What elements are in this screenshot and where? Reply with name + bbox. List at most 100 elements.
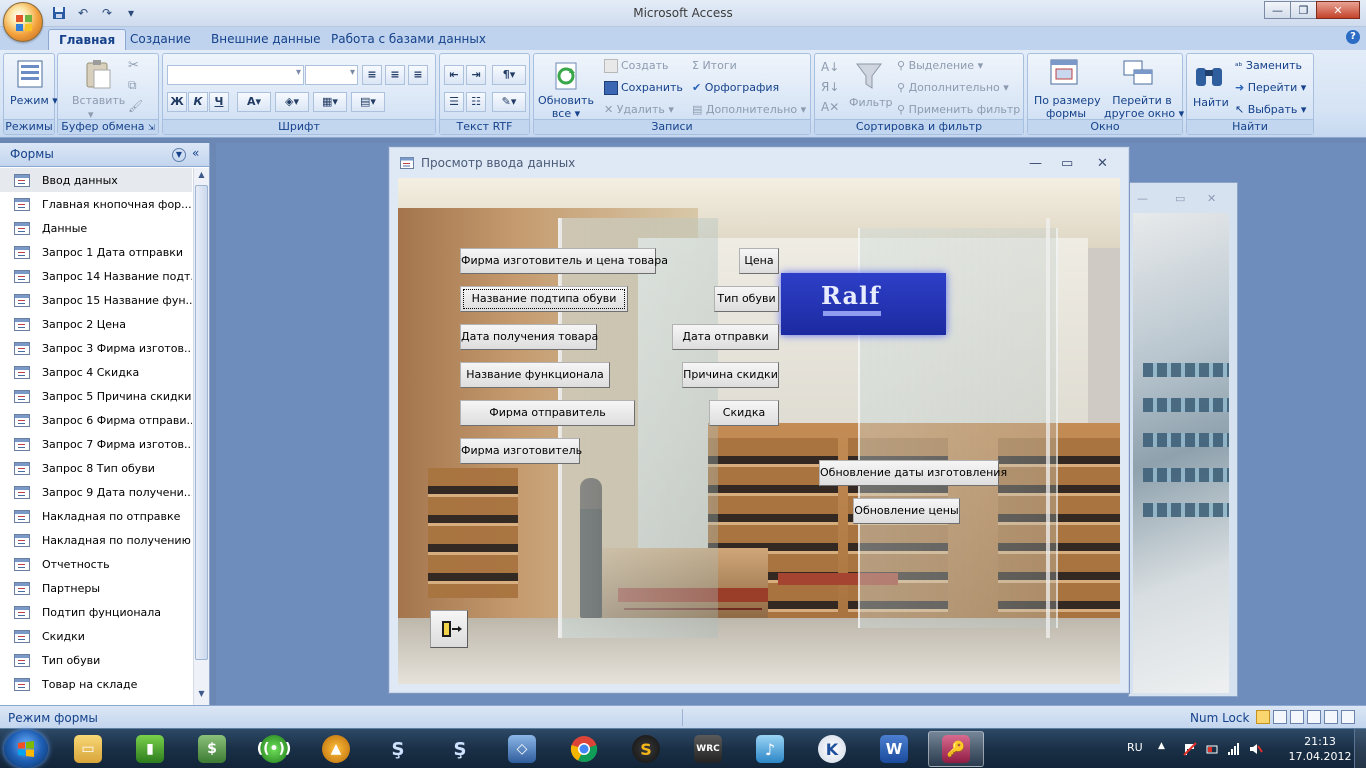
taskbar-app-s[interactable]: S xyxy=(618,731,674,767)
nav-item-form[interactable]: Запрос 15 Название фун... xyxy=(0,288,192,312)
nav-item-form[interactable]: Запрос 14 Название подт... xyxy=(0,264,192,288)
font-color-button[interactable]: A▾ xyxy=(237,92,271,112)
spelling-button[interactable]: ✔ Орфография xyxy=(692,81,779,94)
sort-descending-icon[interactable]: Я↓ xyxy=(821,77,839,97)
align-left-icon[interactable]: ≡ xyxy=(362,65,382,85)
select-button[interactable]: ↖ Выбрать ▾ xyxy=(1235,103,1306,116)
btn-manufacturer-price[interactable]: Фирма изготовитель и цена товара xyxy=(460,248,668,274)
paste-button[interactable]: Вставить xyxy=(72,94,125,107)
nav-menu-chevron-down-icon[interactable]: ▼ xyxy=(172,148,186,162)
taskbar-starcraft[interactable]: Ş xyxy=(370,731,426,767)
btn-shoe-subtype-name[interactable]: Название подтипа обуви xyxy=(460,286,628,312)
nav-item-form[interactable]: Запрос 4 Скидка xyxy=(0,360,192,384)
taskbar-media-player[interactable]: ▲ xyxy=(308,731,364,767)
show-hidden-icons-icon[interactable]: ▲ xyxy=(1158,741,1165,751)
form-minimize-icon[interactable]: — xyxy=(1029,156,1042,171)
more-records-button[interactable]: ▤ Дополнительно ▾ xyxy=(692,103,806,116)
nav-item-form[interactable]: Скидки xyxy=(0,624,192,648)
taskbar-explorer[interactable]: ▭ xyxy=(60,731,116,767)
tab-database-tools[interactable]: Работа с базами данных xyxy=(321,29,496,50)
paragraph-direction-icon[interactable]: ¶▾ xyxy=(492,65,526,85)
btn-functional-name[interactable]: Название функционала xyxy=(460,362,610,388)
copy-icon[interactable]: ⧉ xyxy=(128,78,137,93)
pivot-table-view-icon[interactable] xyxy=(1290,710,1304,724)
nav-item-form[interactable]: Запрос 3 Фирма изготов... xyxy=(0,336,192,360)
minimize-button[interactable]: — xyxy=(1264,1,1291,19)
taskbar-music-editor[interactable]: ♪ xyxy=(742,731,798,767)
delete-record-button[interactable]: ✕ Удалить ▾ xyxy=(604,103,674,116)
numbered-list-icon[interactable]: ☰ xyxy=(444,92,464,112)
save-record-button[interactable]: Сохранить xyxy=(604,81,683,95)
scrollbar-thumb[interactable] xyxy=(195,185,208,660)
nav-item-form[interactable]: Отчетность xyxy=(0,552,192,576)
tab-home[interactable]: Главная xyxy=(48,29,127,50)
gridlines-icon[interactable]: ▦▾ xyxy=(313,92,347,112)
background-form-window[interactable]: — ▭ ✕ xyxy=(1128,182,1238,697)
new-record-button[interactable]: Создать xyxy=(604,59,669,73)
nav-item-form[interactable]: Запрос 7 Фирма изготов... xyxy=(0,432,192,456)
nav-item-form[interactable]: Запрос 5 Причина скидки xyxy=(0,384,192,408)
nav-item-form[interactable]: Главная кнопочная фор... xyxy=(0,192,192,216)
bullet-list-icon[interactable]: ☷ xyxy=(466,92,486,112)
nav-item-form[interactable]: Запрос 9 Дата получени... xyxy=(0,480,192,504)
format-painter-icon[interactable]: 🖌 xyxy=(128,99,143,113)
help-icon[interactable]: ? xyxy=(1346,30,1360,44)
exit-form-button[interactable] xyxy=(430,610,468,648)
font-name-combo[interactable] xyxy=(167,65,304,85)
cut-icon[interactable]: ✂ xyxy=(128,58,139,73)
nav-item-form[interactable]: Данные xyxy=(0,216,192,240)
clear-sort-icon[interactable]: A✕ xyxy=(821,97,839,117)
filter-button[interactable]: Фильтр xyxy=(849,96,893,109)
fill-color-icon[interactable]: ◈▾ xyxy=(275,92,309,112)
align-right-icon[interactable]: ≡ xyxy=(408,65,428,85)
close-button[interactable]: ✕ xyxy=(1316,1,1360,19)
btn-price[interactable]: Цена xyxy=(739,248,779,274)
replace-button[interactable]: ᵃᵇ Заменить xyxy=(1235,59,1302,72)
advanced-filter-button[interactable]: ⚲ Дополнительно ▾ xyxy=(897,81,1009,94)
volume-muted-icon[interactable] xyxy=(1249,742,1263,756)
btn-shoe-type[interactable]: Тип обуви xyxy=(714,286,779,312)
layout-view-icon[interactable] xyxy=(1324,710,1338,724)
form-view-icon[interactable] xyxy=(1256,710,1270,724)
action-center-flag-icon[interactable] xyxy=(1183,742,1197,756)
restore-button[interactable]: ❐ xyxy=(1290,1,1317,19)
taskbar-word[interactable]: W xyxy=(866,731,922,767)
form-maximize-icon[interactable]: ▭ xyxy=(1061,156,1073,171)
indent-increase-icon[interactable]: ⇥ xyxy=(466,65,486,85)
taskbar-battery-meter[interactable]: ▮ xyxy=(122,731,178,767)
taskbar-money[interactable]: $ xyxy=(184,731,240,767)
taskbar-chrome[interactable] xyxy=(556,731,612,767)
nav-item-form[interactable]: Партнеры xyxy=(0,576,192,600)
design-view-icon[interactable] xyxy=(1341,710,1355,724)
view-mode-button[interactable]: Режим ▾ xyxy=(10,94,58,107)
form-close-icon[interactable]: ✕ xyxy=(1097,156,1108,171)
apply-filter-button[interactable]: ⚲ Применить фильтр xyxy=(897,103,1020,116)
nav-item-form[interactable]: Тип обуви xyxy=(0,648,192,672)
network-signal-icon[interactable] xyxy=(1227,742,1241,756)
btn-receipt-date[interactable]: Дата получения товара xyxy=(460,324,598,350)
pivot-chart-view-icon[interactable] xyxy=(1307,710,1321,724)
sort-ascending-icon[interactable]: A↓ xyxy=(821,57,839,77)
italic-button[interactable]: К xyxy=(188,92,208,112)
underline-button[interactable]: Ч xyxy=(209,92,229,112)
btn-discount[interactable]: Скидка xyxy=(709,400,779,426)
highlight-icon[interactable]: ✎▾ xyxy=(492,92,526,112)
bg-close-icon[interactable]: ✕ xyxy=(1207,192,1216,205)
nav-item-form[interactable]: Запрос 1 Дата отправки xyxy=(0,240,192,264)
nav-item-form[interactable]: Запрос 2 Цена xyxy=(0,312,192,336)
nav-item-form[interactable]: Накладная по отправке xyxy=(0,504,192,528)
btn-manufacturer[interactable]: Фирма изготовитель xyxy=(460,438,582,464)
nav-item-form[interactable]: Запрос 8 Тип обуви xyxy=(0,456,192,480)
scroll-up-icon[interactable]: ▲ xyxy=(194,170,209,184)
switch-windows-button[interactable]: Перейти в другое окно ▾ xyxy=(1104,94,1184,120)
find-button[interactable]: Найти xyxy=(1193,96,1229,109)
align-center-icon[interactable]: ≡ xyxy=(385,65,405,85)
nav-item-form[interactable]: Подтип фунционала xyxy=(0,600,192,624)
tab-create[interactable]: Создание xyxy=(120,29,201,50)
taskbar-kaspersky[interactable]: K xyxy=(804,731,860,767)
tab-external-data[interactable]: Внешние данные xyxy=(201,29,330,50)
taskbar-network[interactable]: ((•)) xyxy=(246,731,302,767)
bg-minimize-icon[interactable]: — xyxy=(1137,192,1148,205)
scroll-down-icon[interactable]: ▼ xyxy=(194,689,209,703)
datasheet-view-icon[interactable] xyxy=(1273,710,1287,724)
